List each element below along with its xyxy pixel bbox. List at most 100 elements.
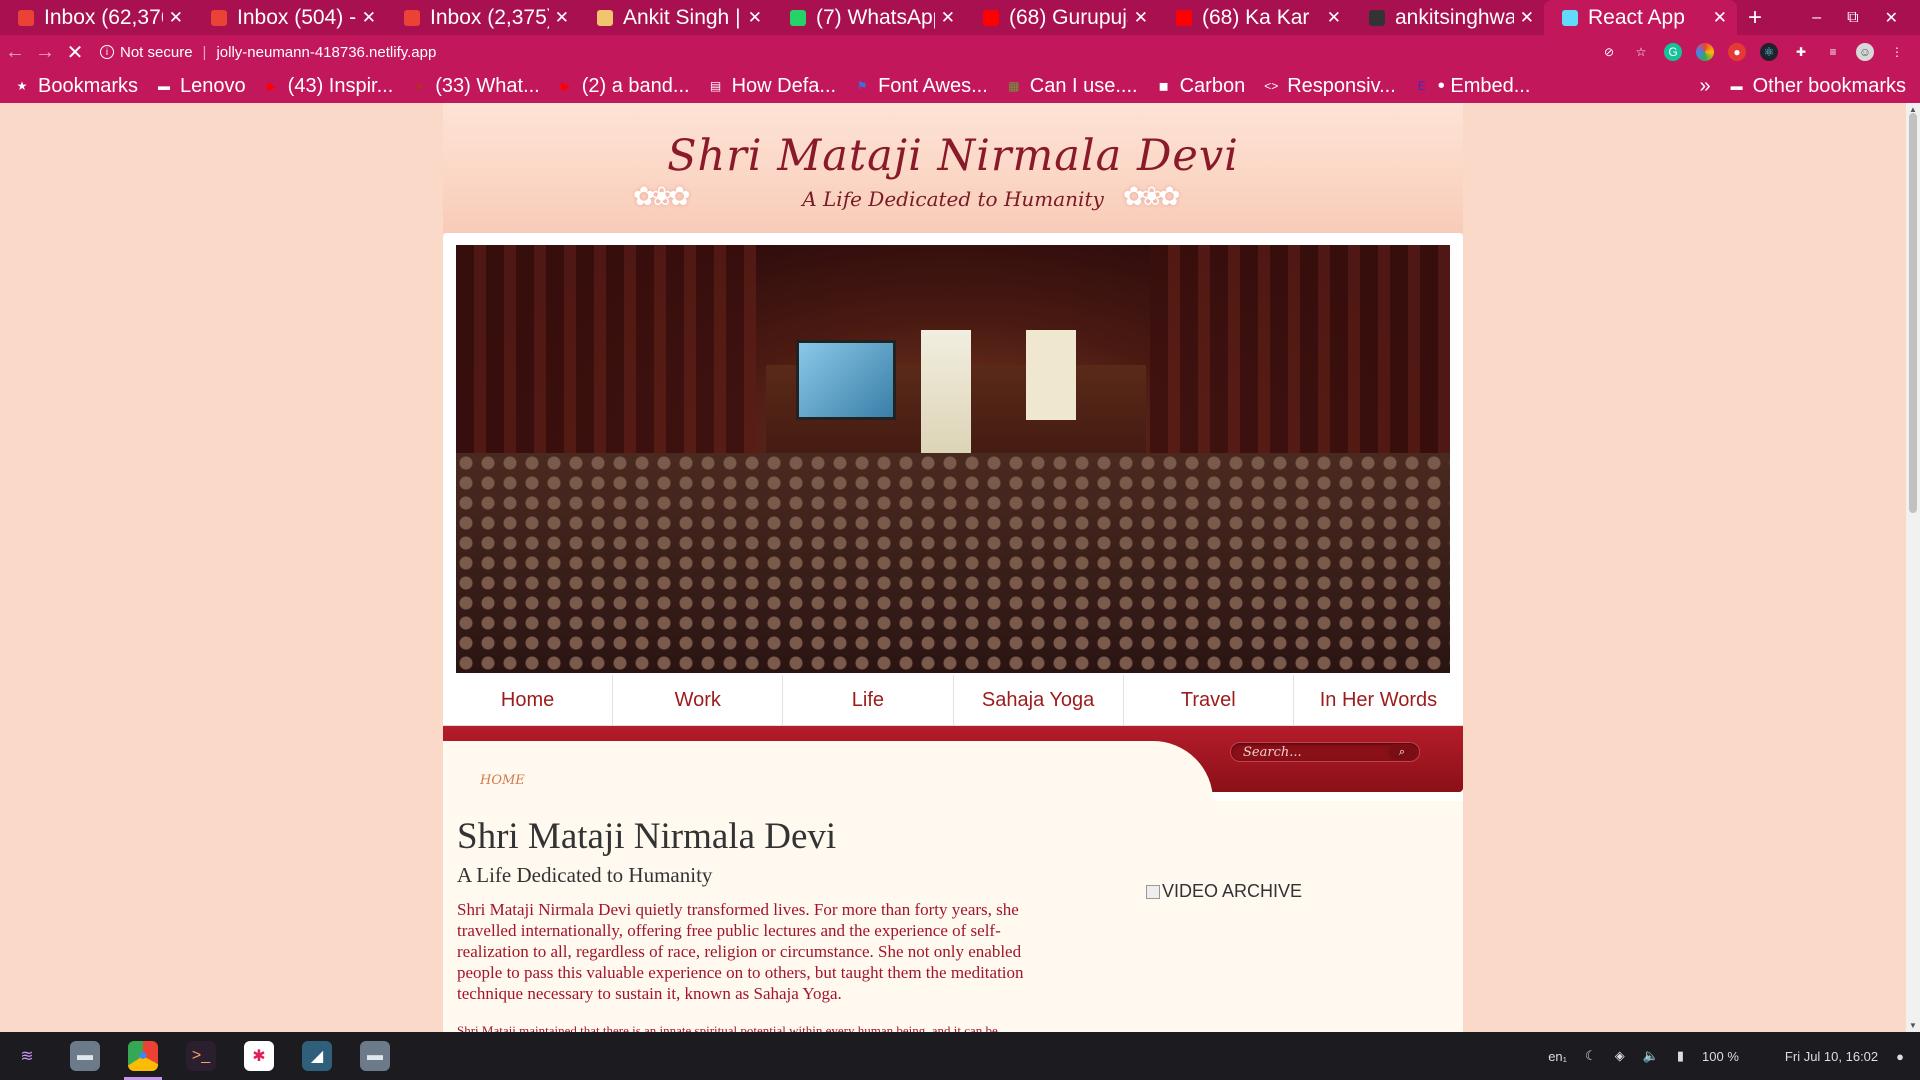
mysql-workbench-icon[interactable]: ◢ [302, 1041, 332, 1071]
bookmark-item[interactable]: ★ Bookmarks [14, 75, 138, 98]
site-subtitle: A Life Dedicated to Humanity [802, 187, 1104, 211]
folder-icon: ▬ [1730, 79, 1743, 93]
browser-tab[interactable]: ankitsinghwa ✕ [1351, 0, 1544, 35]
bookmark-label: Lenovo [180, 74, 246, 97]
restore-icon[interactable]: ⧉ [1847, 9, 1858, 27]
bookmark-item[interactable]: ▬ Lenovo [156, 75, 246, 98]
page-scrollbar[interactable]: ▲ ▼ [1906, 103, 1920, 1032]
bookmark-item[interactable]: ▦ Can I use.... [1006, 75, 1138, 98]
youtube-icon [1176, 9, 1192, 26]
tab-close-icon[interactable]: ✕ [1713, 8, 1727, 28]
wifi-icon[interactable]: ◈ [1615, 1048, 1625, 1064]
bookmark-label: How Defa... [731, 74, 837, 97]
page-viewport: Shri Mataji Nirmala Devi ✿❀✿ A Life Dedi… [0, 103, 1906, 1032]
audience [456, 453, 1450, 673]
kebab-menu-icon[interactable]: ⋮ [1888, 43, 1906, 61]
menu-item-home[interactable]: Home [443, 675, 614, 725]
address-bar[interactable]: i Not secure | jolly-neumann-418736.netl… [100, 44, 1600, 61]
browser-tab[interactable]: Ankit Singh | ✕ [579, 0, 772, 35]
bookmarks-overflow-icon[interactable]: » [1699, 75, 1710, 98]
main-content: Shri Mataji Nirmala Devi A Life Dedicate… [443, 801, 1463, 1032]
menu-item-work[interactable]: Work [613, 675, 784, 725]
close-window-icon[interactable]: ✕ [1885, 8, 1898, 28]
bookmark-item[interactable]: ● (33) What... [411, 75, 540, 98]
breadcrumb[interactable]: HOME [480, 773, 525, 788]
back-icon[interactable]: ← [0, 41, 30, 64]
youtube-icon: ▶ [561, 79, 571, 93]
video-archive-link[interactable]: VIDEO ARCHIVE [1146, 881, 1302, 902]
extensions-puzzle-icon[interactable]: ✚ [1792, 43, 1810, 61]
second-paragraph: Shri Mataji maintained that there is an … [457, 1023, 998, 1032]
night-mode-icon[interactable]: ☾ [1585, 1048, 1597, 1064]
tab-close-icon[interactable]: ✕ [169, 8, 183, 28]
extension-red-icon[interactable]: ● [1728, 43, 1746, 61]
notification-dot-icon[interactable]: ● [1896, 1049, 1904, 1064]
tab-close-icon[interactable]: ✕ [941, 8, 955, 28]
media-queue-icon[interactable]: ≡ [1824, 43, 1842, 61]
menu-item-travel[interactable]: Travel [1124, 675, 1294, 725]
scroll-down-icon[interactable]: ▼ [1909, 1021, 1917, 1030]
tab-close-icon[interactable]: ✕ [555, 8, 569, 28]
files-icon[interactable]: ▬ [70, 1041, 100, 1071]
grammarly-icon[interactable]: G [1664, 43, 1682, 61]
forward-icon[interactable]: → [30, 41, 60, 64]
tab-close-icon[interactable]: ✕ [1134, 8, 1148, 28]
browser-tab[interactable]: Inbox (62,376 ✕ [0, 0, 193, 35]
quora-icon: ● [415, 79, 423, 93]
intro-paragraph: Shri Mataji Nirmala Devi quietly transfo… [457, 900, 1024, 1003]
files-icon[interactable]: ▬ [360, 1041, 390, 1071]
clock[interactable]: Fri Jul 10, 16:02 [1785, 1049, 1878, 1064]
tab-close-icon[interactable]: ✕ [748, 8, 762, 28]
profile-avatar[interactable]: ☺ [1856, 43, 1874, 61]
caniuse-icon: ▦ [1008, 79, 1020, 93]
other-bookmarks[interactable]: ▬ Other bookmarks [1729, 75, 1906, 98]
tab-close-icon[interactable]: ✕ [1520, 8, 1534, 28]
bookmark-item[interactable]: ▶ (43) Inspir... [264, 75, 393, 98]
flourish-right-icon: ✿❀✿ [1123, 181, 1180, 211]
terminal-icon[interactable]: >_ [186, 1041, 216, 1071]
search-input[interactable] [1231, 743, 1381, 762]
slack-icon[interactable]: ✱ [244, 1041, 274, 1071]
address-divider: | [202, 43, 207, 61]
gmail-icon [211, 9, 227, 26]
menu-item-life[interactable]: Life [783, 675, 954, 725]
bookmark-item[interactable]: <> Responsiv... [1263, 75, 1396, 98]
url-text[interactable]: jolly-neumann-418736.netlify.app [216, 44, 436, 61]
search-icon[interactable]: ⌕ [1388, 744, 1416, 760]
browser-tab[interactable]: (68) Gurupuja ✕ [965, 0, 1158, 35]
browser-toolbar: ← → ✕ i Not secure | jolly-neumann-41873… [0, 35, 1920, 69]
tab-title: Inbox (504) - [237, 5, 356, 29]
tab-title: Inbox (62,376 [44, 5, 163, 29]
bookmark-item[interactable]: ◼ Carbon [1156, 75, 1246, 98]
scrollbar-thumb[interactable] [1909, 113, 1917, 513]
browser-tab[interactable]: (68) Ka Kar ✕ [1158, 0, 1351, 35]
menu-item-sahaja-yoga[interactable]: Sahaja Yoga [954, 675, 1124, 725]
bookmark-star-icon[interactable]: ☆ [1632, 43, 1650, 61]
keyboard-layout[interactable]: en₁ [1548, 1049, 1567, 1064]
volume-icon[interactable]: 🔈 [1643, 1048, 1659, 1064]
battery-icon[interactable]: ▮ [1677, 1048, 1684, 1064]
chrome-icon[interactable]: ● [124, 1041, 162, 1080]
bookmark-item[interactable]: ▶ (2) a band... [558, 75, 689, 98]
minimize-icon[interactable]: – [1812, 9, 1821, 27]
tab-close-icon[interactable]: ✕ [1327, 8, 1341, 28]
bookmark-item[interactable]: ▤ How Defa... [708, 75, 836, 98]
youtube-icon [983, 9, 999, 26]
stop-loading-icon[interactable]: ✕ [60, 40, 90, 65]
browser-tab[interactable]: Inbox (504) - ✕ [193, 0, 386, 35]
eye-off-icon[interactable]: ⊘ [1600, 43, 1618, 61]
browser-tab[interactable]: React App ✕ [1544, 0, 1737, 35]
browser-tab[interactable]: (7) WhatsApp ✕ [772, 0, 965, 35]
bookmark-item[interactable]: E • Embed... [1414, 75, 1531, 98]
info-icon[interactable]: i [100, 45, 114, 59]
react-devtools-icon[interactable]: ⚛ [1760, 43, 1778, 61]
zorin-menu-icon[interactable]: ≋ [12, 1041, 42, 1071]
menu-item-in-her-words[interactable]: In Her Words [1294, 675, 1463, 725]
browser-tab[interactable]: Inbox (2,375) ✕ [386, 0, 579, 35]
tab-close-icon[interactable]: ✕ [362, 8, 376, 28]
color-picker-icon[interactable] [1696, 43, 1714, 61]
bookmarks-bar: ★ Bookmarks ▬ Lenovo ▶ (43) Inspir... ● (33) Wh… [0, 69, 1920, 103]
new-tab-button[interactable]: + [1737, 0, 1773, 35]
stage-poster [1026, 330, 1076, 420]
bookmark-item[interactable]: ⚑ Font Awes... [854, 75, 988, 98]
